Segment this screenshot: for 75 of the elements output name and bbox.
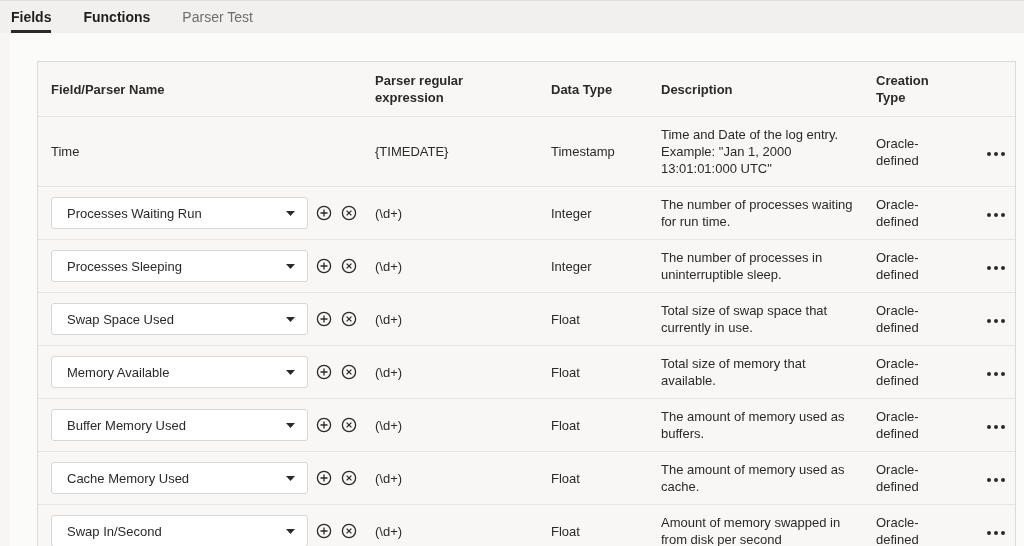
field-select[interactable]: Cache Memory Used (51, 462, 308, 494)
table-cell-text: Integer (551, 257, 593, 275)
more-icon[interactable] (986, 150, 1006, 157)
table-cell-text: Float (551, 416, 581, 434)
table-cell-text: The amount of memory used as cache. (661, 461, 846, 495)
table-cell-text: Amount of memory swapped in from disk per second (661, 514, 842, 546)
caret-icon (286, 316, 295, 322)
more-icon[interactable] (986, 318, 1006, 324)
table-cell-text: The number of processes waiting for run time. (661, 196, 854, 230)
table-cell-text: (\d+) (375, 363, 404, 381)
remove-icon[interactable] (341, 523, 357, 539)
caret-icon (286, 263, 295, 269)
remove-icon[interactable] (341, 258, 357, 274)
table-cell-text: Timestamp (551, 143, 616, 160)
remove-icon[interactable] (341, 311, 357, 327)
field-select[interactable]: Processes Waiting Run (51, 197, 308, 229)
field-select[interactable]: Memory Available (51, 356, 308, 388)
column-header: Description (661, 80, 734, 98)
caret-icon (286, 528, 295, 534)
table-cell-text: Oracle-defined (876, 302, 920, 336)
caret-icon (286, 475, 295, 481)
column-header: Data Type (551, 80, 614, 98)
field-select[interactable]: Swap In/Second (51, 515, 308, 546)
table-cell-text: Integer (551, 204, 593, 222)
more-icon[interactable] (986, 530, 1006, 536)
more-icon[interactable] (986, 371, 1006, 377)
remove-icon[interactable] (341, 364, 357, 380)
table-cell-text: Oracle-defined (876, 134, 920, 169)
table-cell-text: Total size of memory that available. (661, 355, 807, 389)
field-select[interactable]: Swap Space Used (51, 303, 308, 335)
table-cell-text: Total size of swap space that currently in use. (661, 302, 829, 336)
add-icon[interactable] (316, 523, 332, 539)
column-header: Creation Type (876, 72, 930, 106)
table-cell-text: (\d+) (375, 310, 404, 328)
table-cell-text: Float (551, 310, 581, 328)
table-cell-text: Oracle-defined (876, 249, 920, 283)
field-select[interactable]: Processes Sleeping (51, 250, 308, 282)
more-icon[interactable] (986, 424, 1006, 430)
add-icon[interactable] (316, 470, 332, 486)
more-icon[interactable] (986, 265, 1006, 271)
add-icon[interactable] (316, 364, 332, 380)
remove-icon[interactable] (341, 470, 357, 486)
table-cell-text: Float (551, 363, 581, 381)
more-icon[interactable] (986, 477, 1006, 483)
table-cell-text: (\d+) (375, 204, 404, 222)
table-cell-text: Time (50, 143, 81, 160)
column-header: Parser regular expression (375, 72, 465, 106)
table-cell-text: {TIMEDATE} (375, 143, 450, 160)
add-icon[interactable] (316, 417, 332, 433)
add-icon[interactable] (316, 205, 332, 221)
table-cell-text: (\d+) (375, 257, 404, 275)
table-cell-text: The number of processes in uninterruptible sleep. (661, 249, 824, 283)
field-select[interactable]: Buffer Memory Used (51, 409, 308, 441)
table-cell-text: (\d+) (375, 469, 404, 487)
column-header: Field/Parser Name (50, 80, 166, 98)
table-cell-text: (\d+) (375, 416, 404, 434)
caret-icon (286, 210, 295, 216)
caret-icon (286, 369, 295, 375)
table-cell-text: Oracle-defined (876, 196, 920, 230)
table-cell-text: Float (551, 469, 581, 487)
tab[interactable]: Functions (83, 1, 151, 33)
table-cell-text: Oracle-defined (876, 408, 920, 442)
remove-icon[interactable] (341, 205, 357, 221)
remove-icon[interactable] (341, 417, 357, 433)
table-cell-text: (\d+) (375, 522, 404, 540)
caret-icon (286, 422, 295, 428)
add-icon[interactable] (316, 258, 332, 274)
table-cell-text: Oracle-defined (876, 514, 920, 546)
table-cell-text: Oracle-defined (876, 461, 920, 495)
add-icon[interactable] (316, 311, 332, 327)
table-cell-text: The amount of memory used as buffers. (661, 408, 846, 442)
more-icon[interactable] (986, 212, 1006, 218)
table-cell-text: Oracle-defined (876, 355, 920, 389)
table-cell-text: Time and Date of the log entry. Example: "Jan 1, 2000 13:01:01:000 UTC" (661, 126, 840, 177)
table-cell-text: Float (551, 522, 581, 540)
